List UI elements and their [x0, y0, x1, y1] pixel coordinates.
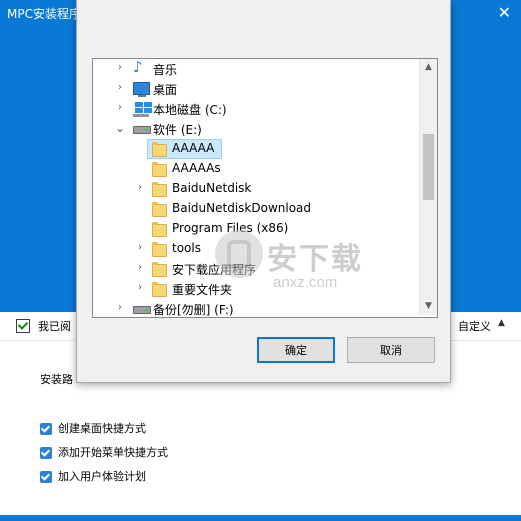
browse-folder-dialog: › ♪ 音乐 › 桌面 › 本地磁盘 (C:) ⌄ 软件 (E:) AAAAA … [76, 0, 451, 383]
folder-icon [152, 142, 167, 157]
tree-item-label: AAAAAs [172, 161, 221, 175]
folder-icon [152, 222, 167, 237]
chevron-up-icon[interactable]: ▲ [498, 318, 505, 328]
option-user-experience[interactable]: 加入用户体验计划 [40, 468, 146, 484]
chevron-right-icon[interactable]: › [135, 182, 145, 194]
tree-expander [135, 142, 145, 154]
option-start-menu-shortcut[interactable]: 添加开始菜单快捷方式 [40, 444, 168, 460]
close-icon[interactable]: ✕ [498, 3, 511, 22]
tree-item-baidunetdiskdownload[interactable]: BaiduNetdiskDownload [93, 199, 419, 219]
tree-item-music[interactable]: › ♪ 音乐 [93, 59, 419, 79]
tree-item-software-e[interactable]: ⌄ 软件 (E:) [93, 119, 419, 139]
option-label: 创建桌面快捷方式 [58, 422, 146, 435]
drive-icon [133, 306, 151, 314]
agreement-label[interactable]: 我已阅 [38, 318, 71, 334]
custom-install-toggle[interactable]: 自定义 [458, 318, 491, 334]
agreement-checkbox[interactable] [16, 319, 30, 333]
chevron-right-icon[interactable]: › [115, 82, 125, 94]
tree-item-label: 桌面 [153, 83, 178, 97]
cancel-button[interactable]: 取消 [347, 337, 435, 363]
install-path-label: 安装路 [40, 373, 73, 386]
chevron-right-icon[interactable]: › [135, 282, 145, 294]
chevron-right-icon[interactable]: › [135, 262, 145, 274]
tree-scrollbar[interactable]: ▲ ▼ [419, 59, 437, 315]
drive-icon [133, 126, 151, 134]
tree-item-label: 备份[勿删] (F:) [153, 303, 234, 317]
option-desktop-shortcut[interactable]: 创建桌面快捷方式 [40, 420, 146, 436]
chevron-right-icon[interactable]: › [135, 242, 145, 254]
tree-item-desktop[interactable]: › 桌面 [93, 79, 419, 99]
windows-drive-icon [133, 101, 152, 117]
music-icon: ♪ [133, 58, 143, 76]
chevron-down-icon[interactable]: ⌄ [115, 122, 125, 134]
tree-item-label: 本地磁盘 (C:) [153, 103, 227, 117]
chevron-right-icon[interactable]: › [115, 62, 125, 74]
folder-icon [152, 162, 167, 177]
option-label: 添加开始菜单快捷方式 [58, 446, 168, 459]
tree-item-aaaaas[interactable]: AAAAAs [93, 159, 419, 179]
folder-icon [152, 282, 167, 297]
folder-icon [152, 202, 167, 217]
folder-icon [152, 182, 167, 197]
tree-item-backup-f[interactable]: › 备份[勿删] (F:) [93, 299, 419, 317]
watermark-text: 安下载 [267, 242, 363, 277]
folder-icon [152, 262, 167, 277]
watermark-url: anxz.com [273, 274, 338, 291]
tree-item-label: BaiduNetdisk [172, 181, 252, 195]
option-label: 加入用户体验计划 [58, 470, 146, 483]
ok-button[interactable]: 确定 [257, 337, 335, 363]
installer-title: MPC安装程序 [7, 7, 81, 21]
installer-bottom-bar [0, 515, 521, 521]
tree-item-label: 软件 (E:) [153, 123, 202, 137]
checkbox-checked-icon[interactable] [40, 423, 52, 435]
watermark-logo: 安下载 anxz.com [215, 230, 375, 300]
checkbox-checked-icon[interactable] [40, 447, 52, 459]
chevron-right-icon[interactable]: › [115, 102, 125, 114]
tree-item-label: 音乐 [153, 63, 178, 77]
tree-item-baidunetdisk[interactable]: › BaiduNetdisk [93, 179, 419, 199]
tree-item-label: BaiduNetdiskDownload [172, 201, 312, 215]
folder-icon [152, 242, 167, 257]
tree-item-local-disk-c[interactable]: › 本地磁盘 (C:) [93, 99, 419, 119]
checkbox-checked-icon[interactable] [40, 471, 52, 483]
watermark-badge-icon [215, 230, 263, 278]
tree-item-label: tools [172, 241, 201, 255]
scroll-up-icon[interactable]: ▲ [420, 59, 437, 76]
tree-item-label: AAAAA [172, 141, 215, 155]
chevron-right-icon[interactable]: › [115, 302, 125, 314]
scrollbar-thumb[interactable] [423, 134, 434, 200]
desktop-icon [133, 82, 150, 97]
tree-item-aaaaa[interactable]: AAAAA [93, 139, 419, 159]
scroll-down-icon[interactable]: ▼ [420, 298, 437, 315]
